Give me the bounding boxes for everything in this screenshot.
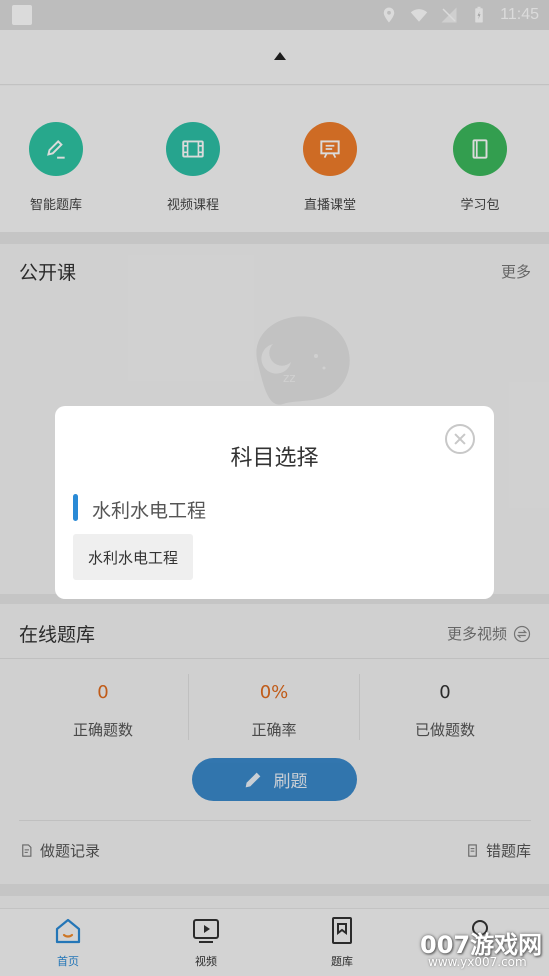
group-accent-bar: [73, 494, 78, 521]
dialog-title: 科目选择: [230, 446, 319, 471]
subject-group-label: 水利水电工程: [92, 500, 207, 522]
close-icon[interactable]: [445, 424, 475, 454]
subject-select-dialog: 科目选择 水利水电工程 水利水电工程: [55, 406, 494, 599]
subject-option-chip[interactable]: 水利水电工程: [73, 534, 193, 580]
site-watermark: 007游戏网 www.yx007.com: [420, 925, 542, 973]
watermark-url: www.yx007.com: [428, 955, 527, 969]
